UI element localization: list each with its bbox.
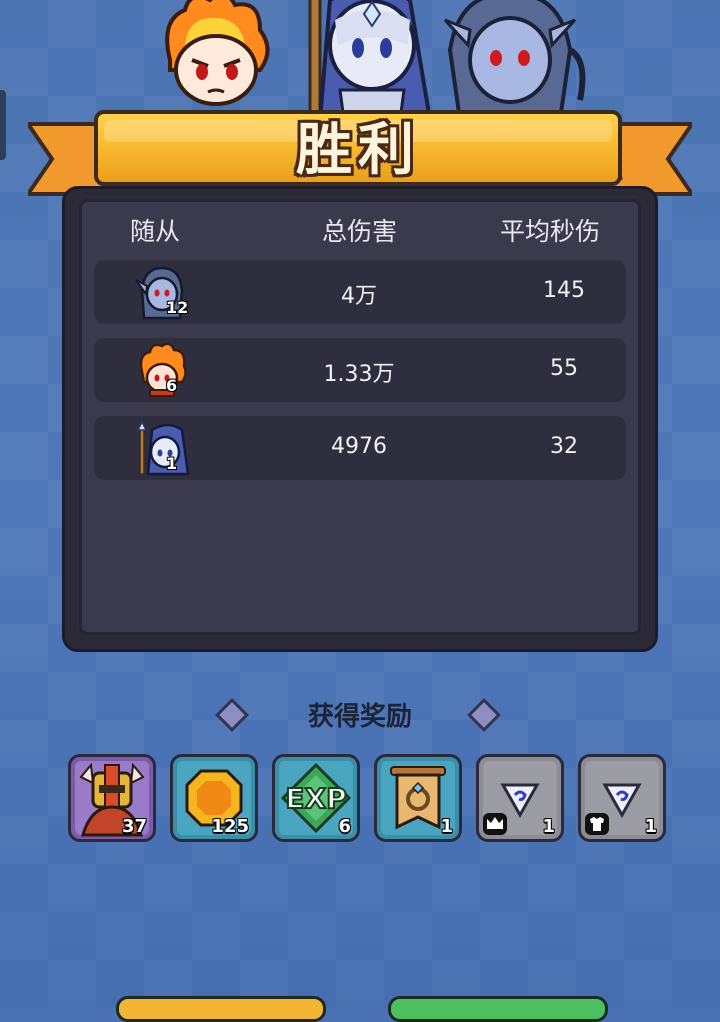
victory-heroes — [140, 0, 600, 120]
avg-dps-value: 32 — [550, 434, 578, 459]
avg-dps-value: 145 — [543, 278, 585, 303]
fire-hero-figure — [165, 0, 270, 106]
reward-item[interactable]: 37 — [68, 754, 156, 842]
reward-count: 37 — [121, 816, 147, 837]
follower-level: 6 — [166, 376, 178, 395]
banner-plate: 胜利 — [94, 110, 622, 186]
reward-count: 1 — [440, 816, 453, 837]
stats-row: 6 1.33万 55 — [94, 338, 626, 402]
reward-count: 1 — [542, 816, 555, 837]
follower-level: 12 — [166, 298, 189, 317]
victory-title: 胜利 — [296, 118, 420, 183]
side-tab[interactable] — [0, 90, 6, 160]
total-damage-value: 4976 — [331, 434, 387, 459]
svg-text:EXP: EXP — [285, 782, 346, 815]
header-total-damage: 总伤害 — [322, 217, 398, 246]
reward-item[interactable]: 125 — [170, 754, 258, 842]
ice-mage-hero-icon — [136, 420, 190, 476]
fire-hero-icon — [139, 342, 187, 397]
avg-dps-value: 55 — [550, 356, 578, 381]
reward-item[interactable]: 1 — [578, 754, 666, 842]
ice-mage-figure — [308, 0, 433, 120]
reward-item[interactable]: EXP 6 — [272, 754, 360, 842]
reward-count: 6 — [338, 816, 351, 837]
dark-elf-figure — [443, 0, 586, 120]
reward-item[interactable]: 1 — [374, 754, 462, 842]
follower-level: 1 — [166, 454, 178, 473]
total-damage-value: 4万 — [341, 284, 377, 309]
header-follower: 随从 — [130, 217, 181, 246]
rewards-title: 获得奖励 — [307, 702, 412, 732]
bottom-right-button[interactable] — [388, 996, 608, 1022]
reward-count: 1 — [644, 816, 657, 837]
total-damage-value: 1.33万 — [323, 362, 395, 387]
bottom-left-button[interactable] — [116, 996, 326, 1022]
reward-item[interactable]: 1 — [476, 754, 564, 842]
stats-row: 12 4万 145 — [94, 260, 626, 324]
reward-count: 125 — [211, 816, 249, 837]
header-avg-dps: 平均秒伤 — [500, 217, 601, 246]
stats-row: 1 4976 32 — [94, 416, 626, 480]
